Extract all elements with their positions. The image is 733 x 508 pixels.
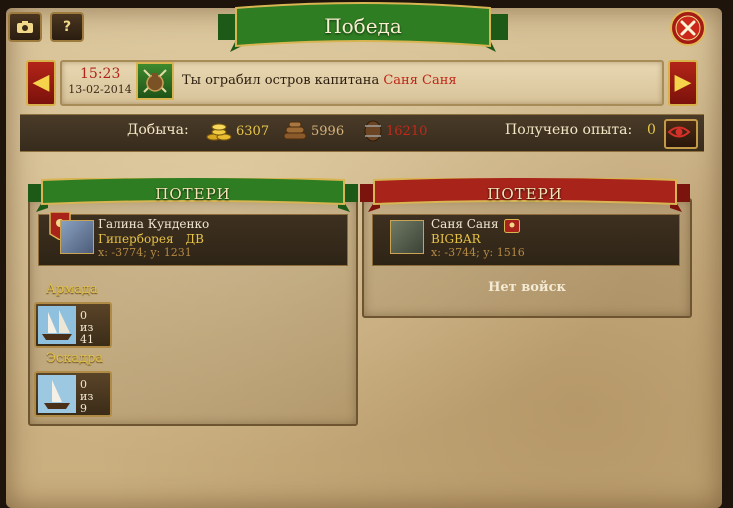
gold-value: 6307 [236, 124, 270, 139]
camera-button[interactable] [8, 12, 42, 42]
unit-category-armada: Армада [46, 282, 98, 297]
pin-icon[interactable] [504, 219, 520, 233]
defender-coords[interactable]: x: -3744; y: 1516 [431, 246, 525, 259]
loot-label: Добыча: [127, 122, 189, 138]
window-title: Победа [324, 14, 402, 38]
rum-value: 16210 [386, 124, 428, 139]
no-troops-label: Нет войск [488, 280, 566, 295]
unit-category-squadron: Эскадра [46, 351, 104, 366]
armada-total-count: 41 [80, 333, 94, 346]
left-losses-title: ПОТЕРИ [155, 185, 231, 203]
event-time: 15:23 [80, 66, 121, 82]
right-losses-title: ПОТЕРИ [487, 185, 563, 203]
experience-value: 0 [647, 122, 656, 138]
defender-name[interactable]: Саня Саня [431, 217, 499, 231]
rum-barrel-icon [364, 120, 382, 142]
defender-alliance[interactable]: BIGBAR [431, 232, 481, 246]
attacker-name[interactable]: Галина Кунденко [98, 217, 209, 231]
ship-icon [38, 306, 76, 344]
attacker-alliance[interactable]: Гиперборея ДВ [98, 232, 204, 246]
armada-unit-card[interactable]: 0 из 41 [34, 302, 112, 348]
gold-icon [206, 123, 232, 141]
robbery-icon [136, 62, 174, 100]
defender-avatar[interactable] [390, 220, 424, 254]
event-date: 13-02-2014 [68, 83, 132, 96]
attacker-avatar[interactable] [60, 220, 94, 254]
prev-report-button[interactable]: ◀ [26, 60, 56, 106]
help-icon: ? [62, 19, 72, 35]
help-button[interactable]: ? [50, 12, 84, 42]
wood-icon [283, 121, 307, 140]
wood-value: 5996 [311, 124, 345, 139]
attacker-alliance-name: Гиперборея [98, 232, 174, 246]
chevron-right-icon: ▶ [674, 70, 692, 95]
eye-icon [667, 126, 691, 138]
event-player-name[interactable]: Саня Саня [383, 73, 456, 88]
event-message: Ты ограбил остров капитана Саня Саня [182, 73, 457, 88]
event-text: Ты ограбил остров капитана [182, 73, 380, 88]
squadron-total-count: 9 [80, 402, 87, 415]
ship-icon [38, 375, 76, 413]
close-button[interactable] [668, 8, 708, 48]
squadron-unit-card[interactable]: 0 из 9 [34, 371, 112, 417]
attacker-alliance-tag: ДВ [185, 232, 204, 246]
next-report-button[interactable]: ▶ [668, 60, 698, 106]
chevron-left-icon: ◀ [32, 70, 50, 95]
experience-label: Получено опыта: [505, 122, 633, 138]
attacker-coords[interactable]: x: -3774; y: 1231 [98, 246, 192, 259]
view-details-button[interactable] [664, 119, 698, 149]
camera-icon [17, 21, 33, 33]
